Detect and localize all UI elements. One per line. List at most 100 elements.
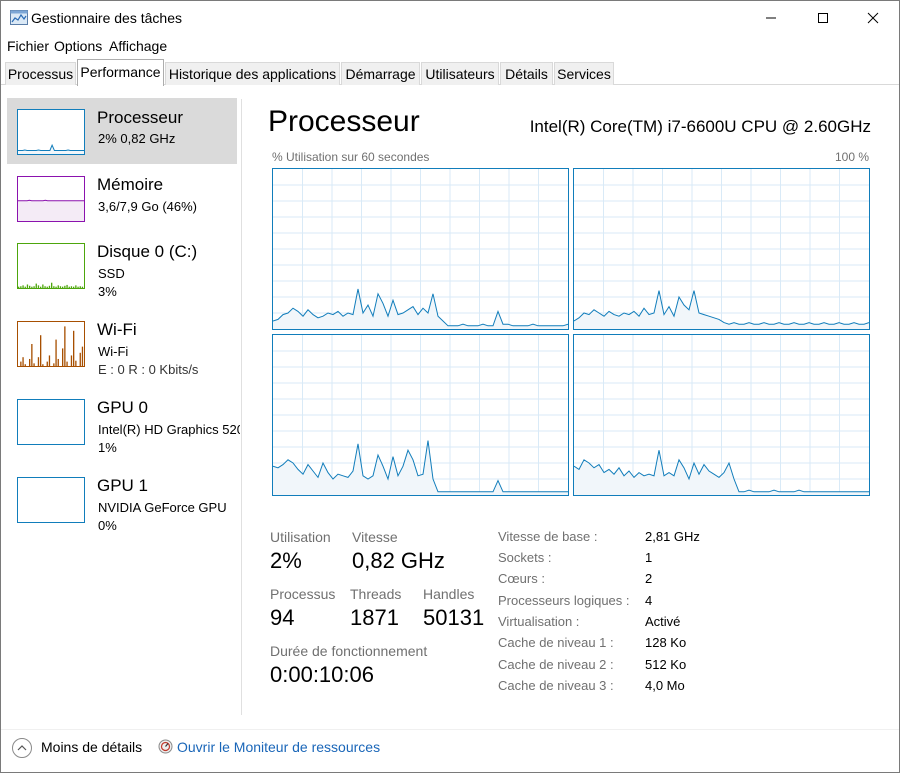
thumb-bar (42, 364, 44, 366)
thumb-bar (20, 361, 22, 366)
thumb-bar (18, 286, 20, 288)
disk-thumbnail (17, 243, 85, 289)
sidebar-item-detail: NVIDIA GeForce GPU (98, 500, 227, 515)
thumb-bar (53, 363, 55, 366)
chevron-up-icon[interactable] (12, 738, 32, 758)
thumb-bar (57, 285, 59, 288)
task-manager-window: Gestionnaire des tâches Fichier Options … (0, 0, 900, 773)
thumb-bar (44, 286, 46, 288)
window-title: Gestionnaire des tâches (31, 10, 182, 26)
spec-value: 512 Ko (645, 657, 687, 672)
task-manager-icon (10, 10, 28, 25)
cpu-core-graph-1[interactable] (573, 168, 870, 330)
thumb-bar (68, 286, 70, 288)
thumb-bar (46, 361, 48, 366)
maximize-button[interactable] (797, 1, 849, 35)
thumb-bar (48, 355, 51, 366)
maximize-icon (818, 13, 828, 23)
resource-monitor-link[interactable]: Ouvrir le Moniteur de ressources (177, 739, 380, 755)
thumb-bar (37, 357, 40, 366)
thumb-bar (51, 282, 53, 288)
sidebar-item-memoire[interactable]: Mémoire 3,6/7,9 Go (46%) (7, 165, 237, 231)
title-bar[interactable]: Gestionnaire des tâches (1, 1, 899, 35)
cpu-core-graph-0[interactable] (272, 168, 569, 330)
page-title: Processeur (268, 105, 420, 138)
close-button[interactable] (847, 1, 899, 35)
thumb-bar (29, 285, 31, 288)
sidebar-item-detail-2: E : 0 R : 0 Kbits/s (98, 362, 199, 377)
sidebar-item-gpu1[interactable]: GPU 1 NVIDIA GeForce GPU 0% (7, 466, 237, 533)
thumb-area (18, 145, 84, 154)
sidebar-item-title: GPU 0 (97, 398, 149, 417)
spec-label: Cœurs : (498, 571, 545, 586)
thumb-bar (79, 286, 81, 288)
spec-label: Processeurs logiques : (498, 593, 630, 608)
resource-monitor-icon (158, 739, 173, 754)
tab-processus[interactable]: Processus (5, 62, 76, 85)
thumb-bar (46, 286, 48, 288)
menu-affichage[interactable]: Affichage (109, 38, 167, 54)
sidebar-item-disque[interactable]: Disque 0 (C:) SSD 3% (7, 232, 237, 299)
utilisation-value: 2% (270, 548, 302, 573)
tab-demarrage[interactable]: Démarrage (341, 62, 420, 85)
utilisation-label: Utilisation (270, 529, 331, 545)
vitesse-label: Vitesse (352, 529, 398, 545)
tab-bar: Processus Performance Historique des app… (1, 59, 899, 86)
wifi-thumbnail (17, 321, 85, 367)
cpu-core-graph-2[interactable] (272, 334, 569, 496)
minimize-icon (766, 17, 776, 19)
footer-separator (1, 729, 899, 730)
graph-caption: % Utilisation sur 60 secondes (272, 150, 430, 164)
thumb-bar (42, 284, 44, 288)
thumb-bar (53, 286, 55, 288)
fewer-details-link[interactable]: Moins de détails (41, 739, 142, 755)
sidebar-item-gpu0[interactable]: GPU 0 Intel(R) HD Graphics 520 1% (7, 388, 240, 455)
tab-services[interactable]: Services (554, 62, 614, 85)
thumb-bar (79, 352, 81, 366)
thumb-bar (75, 285, 77, 288)
menu-options[interactable]: Options (54, 38, 102, 54)
thumb-bar (40, 335, 42, 366)
thumb-bar (64, 326, 66, 366)
tab-performance[interactable]: Performance (77, 59, 164, 86)
thumb-bar (24, 286, 26, 288)
sidebar-divider (241, 99, 242, 715)
spec-value: 2,81 GHz (645, 529, 700, 544)
thumb-line (18, 199, 84, 202)
sidebar-item-wifi[interactable]: Wi-Fi Wi-Fi E : 0 R : 0 Kbits/s (7, 310, 237, 377)
cpu-core-graph-3[interactable] (573, 334, 870, 496)
gpu1-thumbnail (17, 477, 85, 523)
thumb-bar (75, 360, 77, 366)
menu-fichier[interactable]: Fichier (7, 38, 49, 54)
tab-details[interactable]: Détails (500, 62, 553, 85)
thumb-bar (55, 339, 57, 366)
thumb-bar (77, 286, 79, 288)
thumb-bar (81, 346, 84, 366)
uptime-value: 0:00:10:06 (270, 662, 374, 687)
thumb-bar (33, 286, 35, 288)
sidebar-item-title: Processeur (97, 108, 183, 127)
thumb-bar (22, 285, 24, 288)
uptime-label: Durée de fonctionnement (270, 643, 428, 659)
sidebar-item-detail: 2% 0,82 GHz (98, 131, 176, 146)
minimize-button[interactable] (745, 1, 797, 35)
tab-utilisateurs[interactable]: Utilisateurs (421, 62, 499, 85)
thumb-bar (48, 285, 51, 288)
sidebar-item-processeur[interactable]: Processeur 2% 0,82 GHz (7, 98, 237, 164)
thumb-bar (24, 364, 26, 366)
handles-value: 50131 (423, 605, 485, 630)
thumb-bar (66, 284, 68, 288)
spec-value: 4 (645, 593, 653, 608)
spec-value: 1 (645, 550, 653, 565)
threads-value: 1871 (350, 605, 399, 630)
tab-historique[interactable]: Historique des applications (165, 62, 340, 85)
thumb-bar (57, 358, 59, 366)
spec-label: Sockets : (498, 550, 552, 565)
processus-value: 94 (270, 605, 295, 630)
graph-max-label: 100 % (834, 150, 869, 164)
handles-label: Handles (423, 586, 475, 602)
thumb-area (18, 200, 84, 221)
processus-label: Processus (270, 586, 336, 602)
thumb-bar (33, 363, 35, 366)
thumb-bar (37, 285, 40, 288)
